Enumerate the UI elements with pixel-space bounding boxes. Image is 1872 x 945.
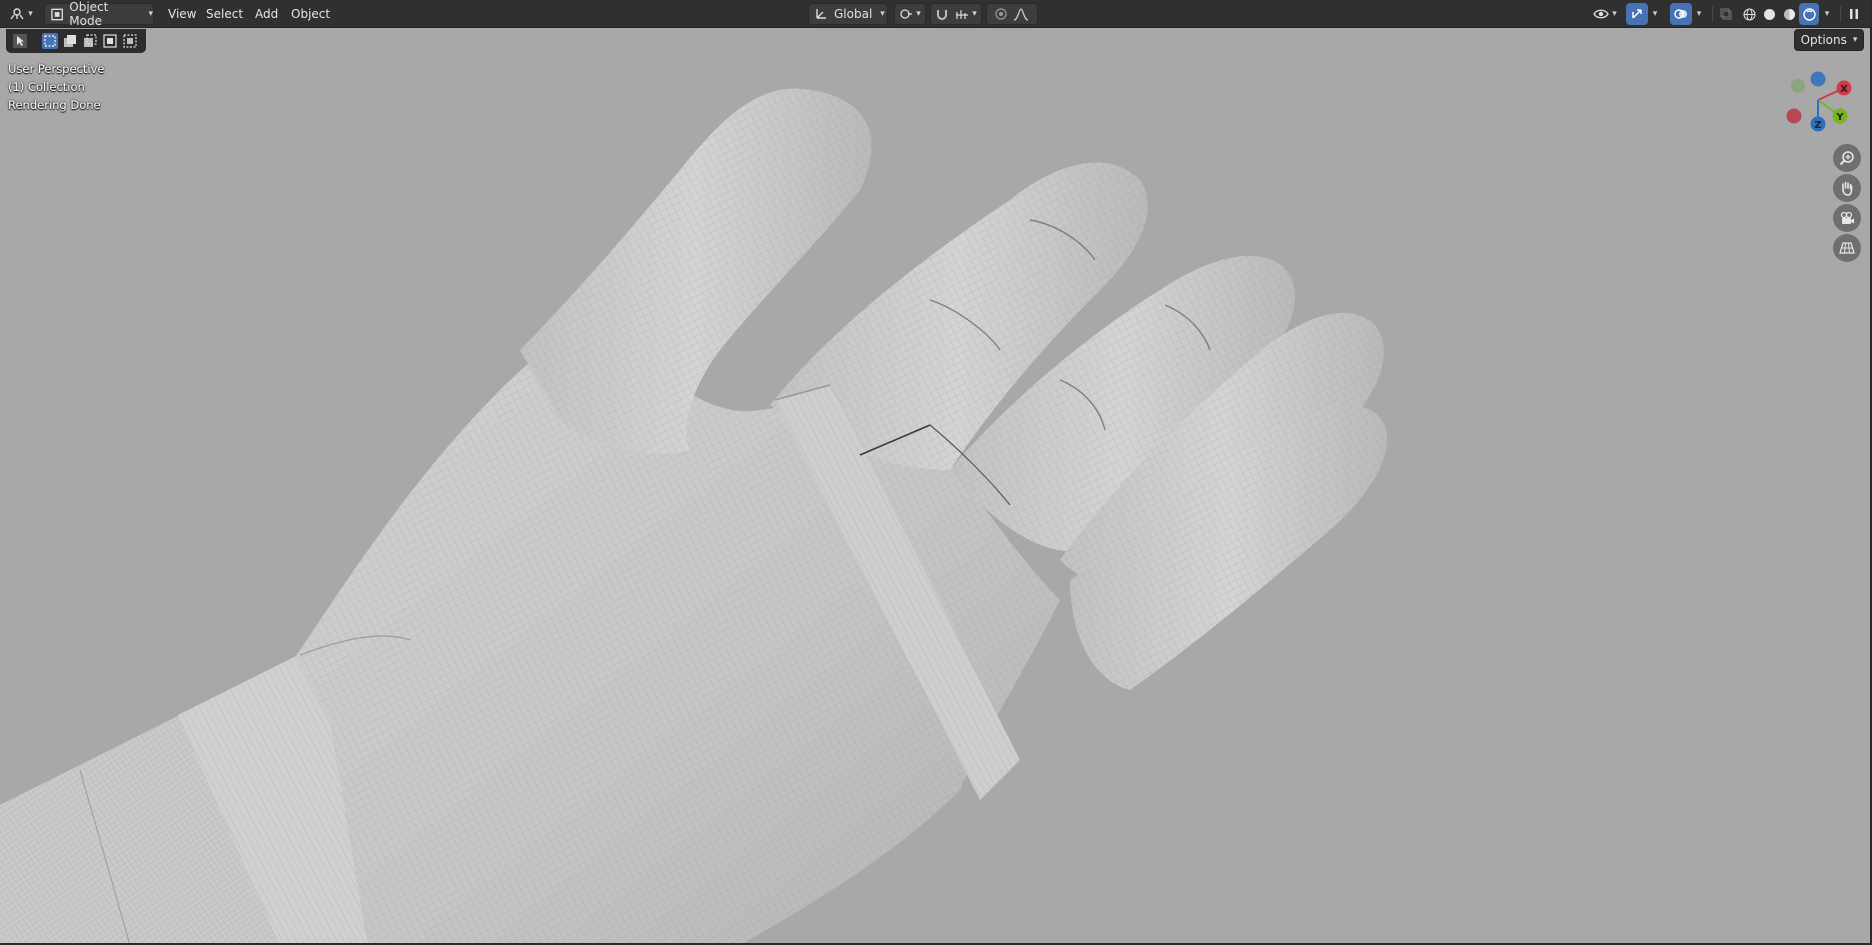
chevron-down-icon: ▾: [1696, 9, 1702, 19]
falloff-curve-icon: [1013, 8, 1029, 21]
menu-add[interactable]: Add: [247, 3, 286, 25]
camera-icon: [1840, 211, 1854, 224]
view-name-label: User Perspective: [8, 62, 105, 76]
pan-hand-icon: [1842, 181, 1853, 196]
neg-z-axis-handle[interactable]: [1810, 71, 1826, 87]
grid-ortho-icon: [1839, 242, 1855, 254]
separator: [1712, 6, 1713, 22]
zoom-icon: [1839, 151, 1854, 166]
overlays-icon: [1674, 9, 1687, 19]
collection-label: (1) Collection: [8, 80, 85, 94]
gizmo-toggle[interactable]: [1626, 3, 1648, 25]
chevron-down-icon: ▾: [148, 9, 153, 19]
chevron-down-icon: ▾: [916, 9, 921, 19]
gizmo-dropdown[interactable]: ▾: [1648, 3, 1662, 25]
pause-bars-icon: [1850, 9, 1858, 19]
shading-dropdown[interactable]: ▾: [1820, 3, 1834, 25]
select-extend-icon[interactable]: [62, 33, 78, 49]
z-axis-label: Z: [1814, 120, 1821, 131]
3d-viewport[interactable]: ▾ Object Mode ▾ View Select Add Object G…: [0, 0, 1872, 945]
overlays-dropdown[interactable]: ▾: [1692, 3, 1706, 25]
snapping-group[interactable]: ▾: [930, 3, 982, 25]
pivot-point-dropdown[interactable]: ▾: [894, 3, 926, 25]
pan-button[interactable]: [1833, 174, 1861, 202]
chevron-down-icon: ▾: [1824, 9, 1830, 19]
shading-rendered-button[interactable]: [1799, 3, 1819, 25]
neg-x-axis-handle[interactable]: [1786, 108, 1802, 124]
editor-type-button[interactable]: ▾: [4, 3, 38, 25]
ortho-toggle-button[interactable]: [1833, 234, 1861, 262]
shading-solid-button[interactable]: [1760, 3, 1778, 25]
shading-material-button[interactable]: [1780, 3, 1798, 25]
zoom-button[interactable]: [1833, 144, 1861, 172]
navigation-gizmo[interactable]: X Y Z: [1780, 66, 1860, 138]
select-subtract-icon[interactable]: [82, 33, 98, 49]
xray-icon: [1720, 8, 1732, 20]
chevron-down-icon: ▾: [1852, 35, 1858, 45]
viewport-header: ▾ Object Mode ▾ View Select Add Object G…: [0, 0, 1870, 28]
orientation-label: Global: [834, 7, 873, 21]
visibility-dropdown[interactable]: ▾: [1588, 3, 1622, 25]
camera-view-button[interactable]: [1833, 204, 1861, 232]
y-axis-label: Y: [1835, 112, 1844, 123]
axis-orientation-icon: [816, 9, 826, 19]
menu-object[interactable]: Object: [283, 3, 338, 25]
solid-sphere-icon: [1763, 8, 1775, 20]
hand-glove-mesh[interactable]: [0, 0, 1872, 945]
tool-settings-bar: [6, 29, 146, 53]
snap-magnet-icon: [937, 10, 948, 20]
pivot-icon: [900, 9, 913, 19]
xray-toggle[interactable]: [1718, 3, 1734, 25]
gizmo-icon: [1632, 9, 1642, 19]
overlays-toggle[interactable]: [1670, 3, 1692, 25]
proportional-editing-group[interactable]: [986, 3, 1038, 25]
select-invert-icon[interactable]: [102, 33, 118, 49]
select-new-icon[interactable]: [42, 33, 58, 49]
select-tool-icon[interactable]: [12, 33, 28, 49]
transform-orientation-dropdown[interactable]: Global ▾: [808, 3, 888, 25]
options-label: Options: [1800, 33, 1847, 47]
chevron-down-icon: ▾: [880, 9, 885, 19]
3d-viewport-icon: [10, 8, 24, 20]
mode-label: Object Mode: [69, 0, 109, 28]
chevron-down-icon: ▾: [972, 9, 977, 19]
object-mode-icon: [51, 8, 63, 20]
wireframe-sphere-icon: [1742, 7, 1756, 21]
shading-wireframe-button[interactable]: [1740, 3, 1758, 25]
sidebar-toggle[interactable]: [1846, 3, 1862, 25]
separator: [1840, 6, 1841, 22]
select-intersect-icon[interactable]: [122, 33, 138, 49]
options-dropdown[interactable]: Options ▾: [1794, 29, 1864, 51]
chevron-down-icon: ▾: [1612, 9, 1617, 19]
proportional-edit-icon: [995, 8, 1007, 20]
x-axis-label: X: [1840, 84, 1848, 95]
mode-selector[interactable]: Object Mode ▾: [44, 0, 154, 28]
menu-select[interactable]: Select: [198, 3, 251, 25]
snap-increment-icon: [956, 10, 969, 19]
eye-icon: [1593, 9, 1609, 19]
render-status-label: Rendering Done: [8, 98, 101, 112]
neg-y-axis-handle[interactable]: [1791, 79, 1805, 93]
chevron-down-icon: ▾: [1652, 9, 1658, 19]
rendered-sphere-icon: [1802, 7, 1816, 21]
material-sphere-icon: [1783, 8, 1795, 20]
chevron-down-icon: ▾: [28, 9, 33, 19]
